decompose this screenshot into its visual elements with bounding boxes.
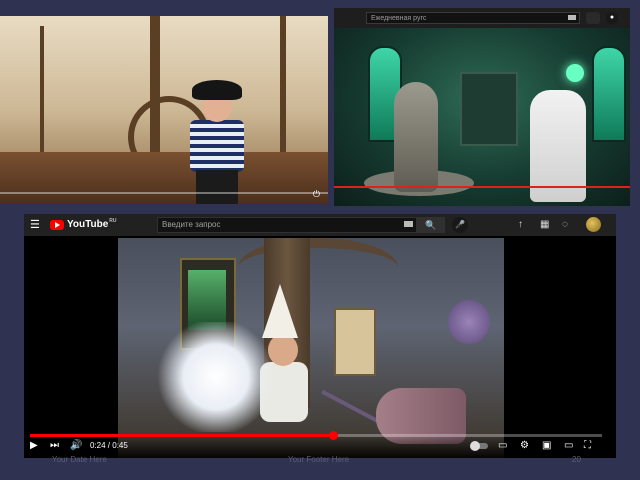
avatar[interactable]: [586, 217, 601, 232]
progress-bar[interactable]: [30, 431, 602, 440]
mic-icon[interactable]: 🎤: [452, 217, 468, 233]
youtube-header: ☰ YouTube RU Введите запрос 🔍 🎤 ↑ ▦ ◌: [24, 214, 616, 236]
search-button[interactable]: 🔍: [417, 217, 445, 233]
theater-icon[interactable]: ▭: [564, 440, 573, 452]
youtube-topbar: Ежедневная ругс ●: [334, 8, 630, 28]
emblem-crest: [460, 72, 518, 146]
search-icon: 🔍: [425, 220, 437, 230]
apps-icon[interactable]: ▦: [540, 218, 549, 232]
keyboard-icon[interactable]: [404, 221, 413, 227]
pirate-video-panel[interactable]: ⏻: [0, 16, 328, 204]
snake-video-panel[interactable]: Ежедневная ругс ●: [334, 8, 630, 206]
striped-shirt: [190, 120, 244, 172]
toggle-icon[interactable]: ⏻: [313, 189, 320, 200]
progress-fill: [30, 434, 334, 437]
menu-icon[interactable]: ☰: [30, 218, 40, 232]
dungeon-scene: [334, 28, 630, 206]
ship-mast: [280, 16, 286, 156]
video-frame[interactable]: [118, 238, 504, 458]
play-icon[interactable]: ▶: [30, 440, 38, 452]
purple-plant: [448, 300, 490, 344]
upload-icon[interactable]: ↑: [518, 218, 523, 232]
pirate-child: [182, 80, 252, 204]
notifications-icon[interactable]: ◌: [562, 218, 568, 232]
search-input[interactable]: Введите запрос: [157, 217, 417, 233]
pirate-pants: [196, 170, 238, 204]
volume-icon[interactable]: 🔊: [70, 440, 82, 452]
castle-window: [334, 308, 376, 376]
cobra-snake: [394, 82, 438, 192]
ship-deck: [0, 152, 328, 204]
region-code: RU: [109, 217, 117, 224]
search-input[interactable]: Ежедневная ругс: [366, 12, 580, 24]
page-number: 20: [572, 455, 581, 464]
miniplayer-icon[interactable]: ▣: [542, 440, 551, 452]
mic-icon[interactable]: ●: [606, 12, 618, 24]
youtube-player-window: ☰ YouTube RU Введите запрос 🔍 🎤 ↑ ▦ ◌ ▶ …: [24, 214, 616, 458]
footer-text: Your Footer Here: [288, 455, 350, 464]
video-progress-bar[interactable]: [334, 186, 630, 188]
magic-smoke: [156, 322, 276, 432]
ship-mast: [40, 26, 44, 156]
pirate-hat: [192, 80, 242, 100]
subtitles-icon[interactable]: ▭: [498, 440, 507, 452]
youtube-logo-text: YouTube: [67, 219, 109, 230]
settings-icon[interactable]: ⚙: [520, 440, 529, 452]
time-display: 0:24 / 0:45: [90, 441, 128, 450]
youtube-play-logo-icon: [50, 219, 64, 230]
footer-date: Your Date Here: [52, 455, 107, 464]
autoplay-toggle[interactable]: [470, 441, 488, 451]
youtube-logo[interactable]: YouTube RU: [50, 217, 117, 230]
fullscreen-icon[interactable]: ⛶: [584, 440, 591, 452]
green-window: [592, 46, 626, 142]
next-icon[interactable]: ⏭: [50, 440, 59, 452]
keyboard-icon[interactable]: [568, 15, 576, 20]
notifications-icon[interactable]: [586, 12, 600, 24]
glowing-orb: [566, 64, 584, 82]
video-progress-bar[interactable]: [0, 192, 328, 194]
